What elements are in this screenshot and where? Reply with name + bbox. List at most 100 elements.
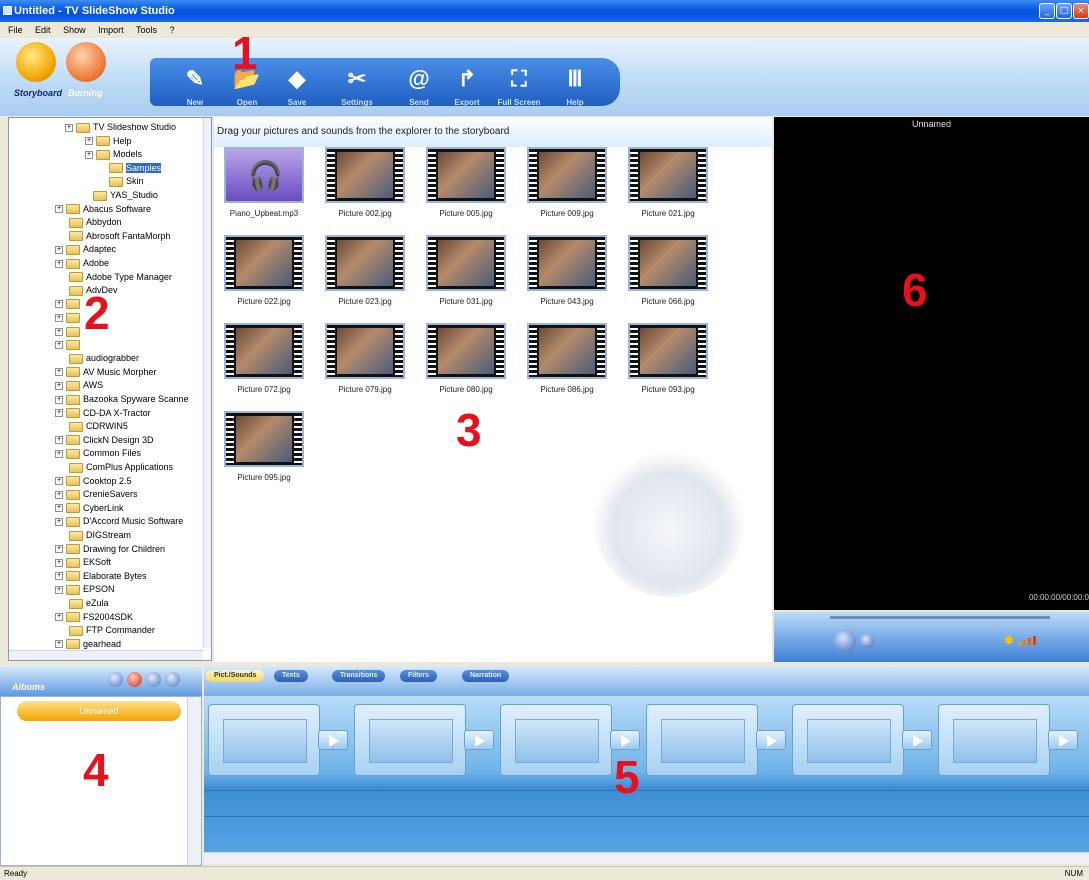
save-button[interactable]: ◆ Save xyxy=(270,66,324,107)
tree-item[interactable]: ComPlus Applications xyxy=(69,461,173,474)
close-button[interactable]: × xyxy=(1073,3,1089,19)
picture-thumbnail[interactable] xyxy=(325,323,405,379)
tree-item[interactable]: + AV Music Morpher xyxy=(55,366,156,379)
menu-file[interactable]: File xyxy=(8,25,23,35)
picture-thumbnail[interactable] xyxy=(224,235,304,291)
audio-file-thumbnail[interactable]: 🎧 xyxy=(224,147,304,203)
tree-item[interactable]: + D'Accord Music Software xyxy=(55,515,183,528)
stop-button[interactable] xyxy=(860,634,874,648)
tree-item[interactable]: + xyxy=(55,311,83,324)
expand-icon[interactable]: + xyxy=(55,246,63,255)
expand-icon[interactable]: + xyxy=(55,368,63,377)
expand-icon[interactable]: + xyxy=(55,477,63,486)
storyboard-slot[interactable] xyxy=(500,704,612,776)
picture-thumbnail[interactable] xyxy=(426,235,506,291)
tree-item[interactable]: + Abacus Software xyxy=(55,203,151,216)
tab-filters[interactable]: Filters xyxy=(400,670,438,682)
transition-slot[interactable] xyxy=(756,730,786,750)
tree-item[interactable]: + Help xyxy=(85,135,132,148)
picture-thumbnail[interactable] xyxy=(628,147,708,203)
expand-icon[interactable]: + xyxy=(55,450,63,459)
send-button[interactable]: @ Send xyxy=(392,66,446,107)
tree-item[interactable]: CDRWIN5 xyxy=(69,420,128,433)
tree-item[interactable]: audiograbber xyxy=(69,352,139,365)
tree-item[interactable]: + Drawing for Children xyxy=(55,543,165,556)
picture-thumbnail[interactable] xyxy=(325,147,405,203)
storyboard-mode-button[interactable] xyxy=(16,42,56,82)
expand-icon[interactable]: + xyxy=(55,572,63,581)
expand-icon[interactable]: + xyxy=(55,640,63,649)
expand-icon[interactable]: + xyxy=(55,327,63,336)
picture-thumbnail[interactable] xyxy=(527,235,607,291)
storyboard-slot[interactable] xyxy=(938,704,1050,776)
album-down-button[interactable] xyxy=(165,672,180,687)
preview-progress-bar[interactable] xyxy=(830,616,1050,619)
tree-item[interactable]: DIGStream xyxy=(69,529,131,542)
storyboard-slot[interactable] xyxy=(208,704,320,776)
expand-icon[interactable]: + xyxy=(55,382,63,391)
tree-item[interactable]: eZula xyxy=(69,597,109,610)
tree-item[interactable]: + EPSON xyxy=(55,583,115,596)
picture-thumbnail[interactable] xyxy=(224,411,304,467)
maximize-button[interactable]: □ xyxy=(1056,3,1072,19)
album-item[interactable]: Unnamed xyxy=(17,701,181,721)
expand-icon[interactable]: + xyxy=(55,436,63,445)
tab-pict-sounds[interactable]: Pict./Sounds xyxy=(206,670,265,682)
expand-icon[interactable]: + xyxy=(55,395,63,404)
tree-item[interactable]: + Elaborate Bytes xyxy=(55,570,147,583)
expand-icon[interactable]: + xyxy=(55,545,63,554)
menu-show[interactable]: Show xyxy=(63,25,86,35)
storyboard-slot[interactable] xyxy=(792,704,904,776)
tree-item[interactable]: + ClickN Design 3D xyxy=(55,434,154,447)
picture-thumbnail[interactable] xyxy=(628,235,708,291)
album-delete-button[interactable] xyxy=(127,672,142,687)
expand-icon[interactable]: + xyxy=(85,150,93,159)
burning-mode-button[interactable] xyxy=(66,42,106,82)
menu-edit[interactable]: Edit xyxy=(35,25,51,35)
expand-icon[interactable]: + xyxy=(55,613,63,622)
storyboard-scrollbar[interactable] xyxy=(204,852,1089,864)
picture-thumbnail[interactable] xyxy=(628,323,708,379)
expand-icon[interactable]: + xyxy=(55,504,63,513)
albums-scrollbar[interactable] xyxy=(187,697,201,865)
tree-item[interactable]: + CrenieSavers xyxy=(55,488,138,501)
tab-texts[interactable]: Texts xyxy=(274,670,308,682)
tab-narration[interactable]: Narration xyxy=(462,670,510,682)
menu-help[interactable]: ? xyxy=(169,25,174,35)
tree-item[interactable]: Samples xyxy=(109,162,162,175)
tree-item[interactable]: Adobe Type Manager xyxy=(69,271,172,284)
full-screen-button[interactable]: ⛶ Full Screen xyxy=(492,66,546,107)
settings-button[interactable]: ✂ Settings xyxy=(330,66,384,107)
expand-icon[interactable]: + xyxy=(55,558,63,567)
tree-item[interactable]: + Common Files xyxy=(55,447,141,460)
help-button[interactable]: Ⅲ Help xyxy=(548,66,602,107)
storyboard-slot[interactable] xyxy=(354,704,466,776)
transition-slot[interactable] xyxy=(1048,730,1078,750)
expand-icon[interactable]: + xyxy=(55,518,63,527)
tree-item[interactable]: + TV Slideshow Studio xyxy=(65,121,176,134)
tree-item[interactable]: Skin xyxy=(109,175,144,188)
new-button[interactable]: ✎ New xyxy=(168,66,222,107)
tree-item[interactable]: + FS2004SDK xyxy=(55,611,133,624)
expand-icon[interactable]: + xyxy=(55,259,63,268)
tree-item[interactable]: + xyxy=(55,325,83,338)
expand-icon[interactable]: + xyxy=(55,314,63,323)
export-button[interactable]: ↱ Export xyxy=(440,66,494,107)
expand-icon[interactable]: + xyxy=(65,123,73,132)
tree-item[interactable]: FTP Commander xyxy=(69,624,155,637)
menu-import[interactable]: Import xyxy=(98,25,124,35)
expand-icon[interactable]: + xyxy=(85,137,93,146)
tree-item[interactable]: YAS_Studio xyxy=(93,189,158,202)
expand-icon[interactable]: + xyxy=(55,300,63,309)
picture-thumbnail[interactable] xyxy=(527,147,607,203)
picture-thumbnail[interactable] xyxy=(426,323,506,379)
transition-slot[interactable] xyxy=(318,730,348,750)
tab-transitions[interactable]: Transitions xyxy=(332,670,386,682)
tree-item[interactable]: + CyberLink xyxy=(55,502,124,515)
expand-icon[interactable]: + xyxy=(55,205,63,214)
tree-item[interactable]: + Adaptec xyxy=(55,243,116,256)
transition-slot[interactable] xyxy=(902,730,932,750)
transition-slot[interactable] xyxy=(610,730,640,750)
tree-item[interactable]: + AWS xyxy=(55,379,103,392)
tree-item[interactable]: + gearhead xyxy=(55,638,121,651)
